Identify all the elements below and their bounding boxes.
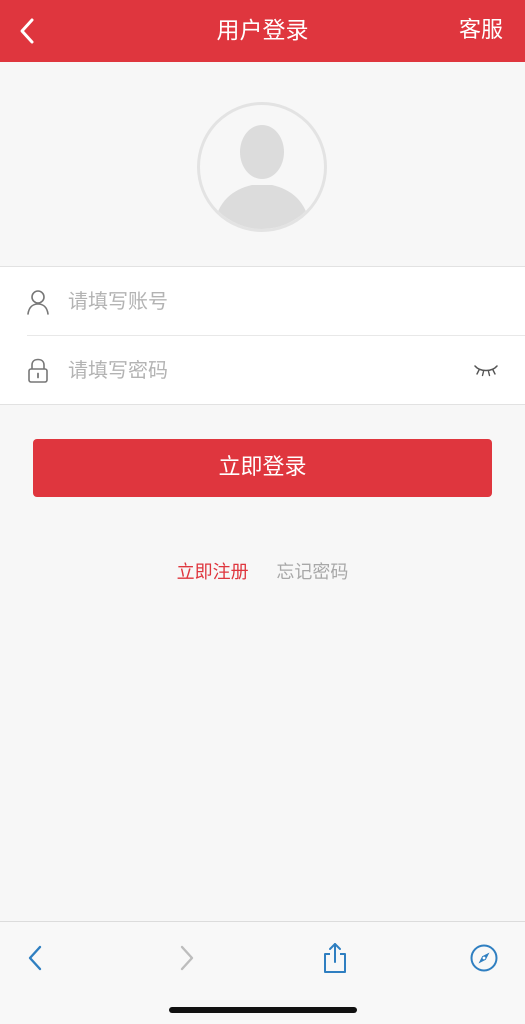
password-input[interactable] — [68, 350, 448, 390]
browser-share-button[interactable] — [315, 940, 355, 976]
header-bar: 用户登录 客服 — [0, 0, 525, 62]
browser-back-button[interactable] — [15, 940, 55, 976]
account-row — [0, 267, 525, 336]
default-user-avatar-icon — [214, 125, 310, 229]
browser-compass-button[interactable] — [464, 940, 504, 976]
register-link[interactable]: 立即注册 — [177, 562, 249, 583]
auth-links: 立即注册 忘记密码 — [0, 558, 525, 588]
customer-service-button[interactable]: 客服 — [459, 0, 503, 62]
login-button[interactable]: 立即登录 — [33, 439, 492, 497]
password-row — [0, 336, 525, 404]
page-title: 用户登录 — [216, 18, 309, 44]
back-arrow-icon — [28, 945, 42, 971]
forward-arrow-icon — [180, 945, 194, 971]
compass-icon — [470, 944, 498, 972]
forgot-password-link[interactable]: 忘记密码 — [276, 562, 348, 583]
home-indicator[interactable] — [169, 1007, 357, 1013]
share-icon — [324, 943, 346, 973]
eye-closed-icon[interactable] — [473, 360, 499, 380]
browser-forward-button[interactable] — [167, 940, 207, 976]
login-form — [0, 266, 525, 405]
user-outline-icon — [27, 290, 49, 315]
lock-icon — [28, 358, 48, 383]
avatar — [197, 102, 327, 232]
account-input[interactable] — [68, 281, 448, 321]
